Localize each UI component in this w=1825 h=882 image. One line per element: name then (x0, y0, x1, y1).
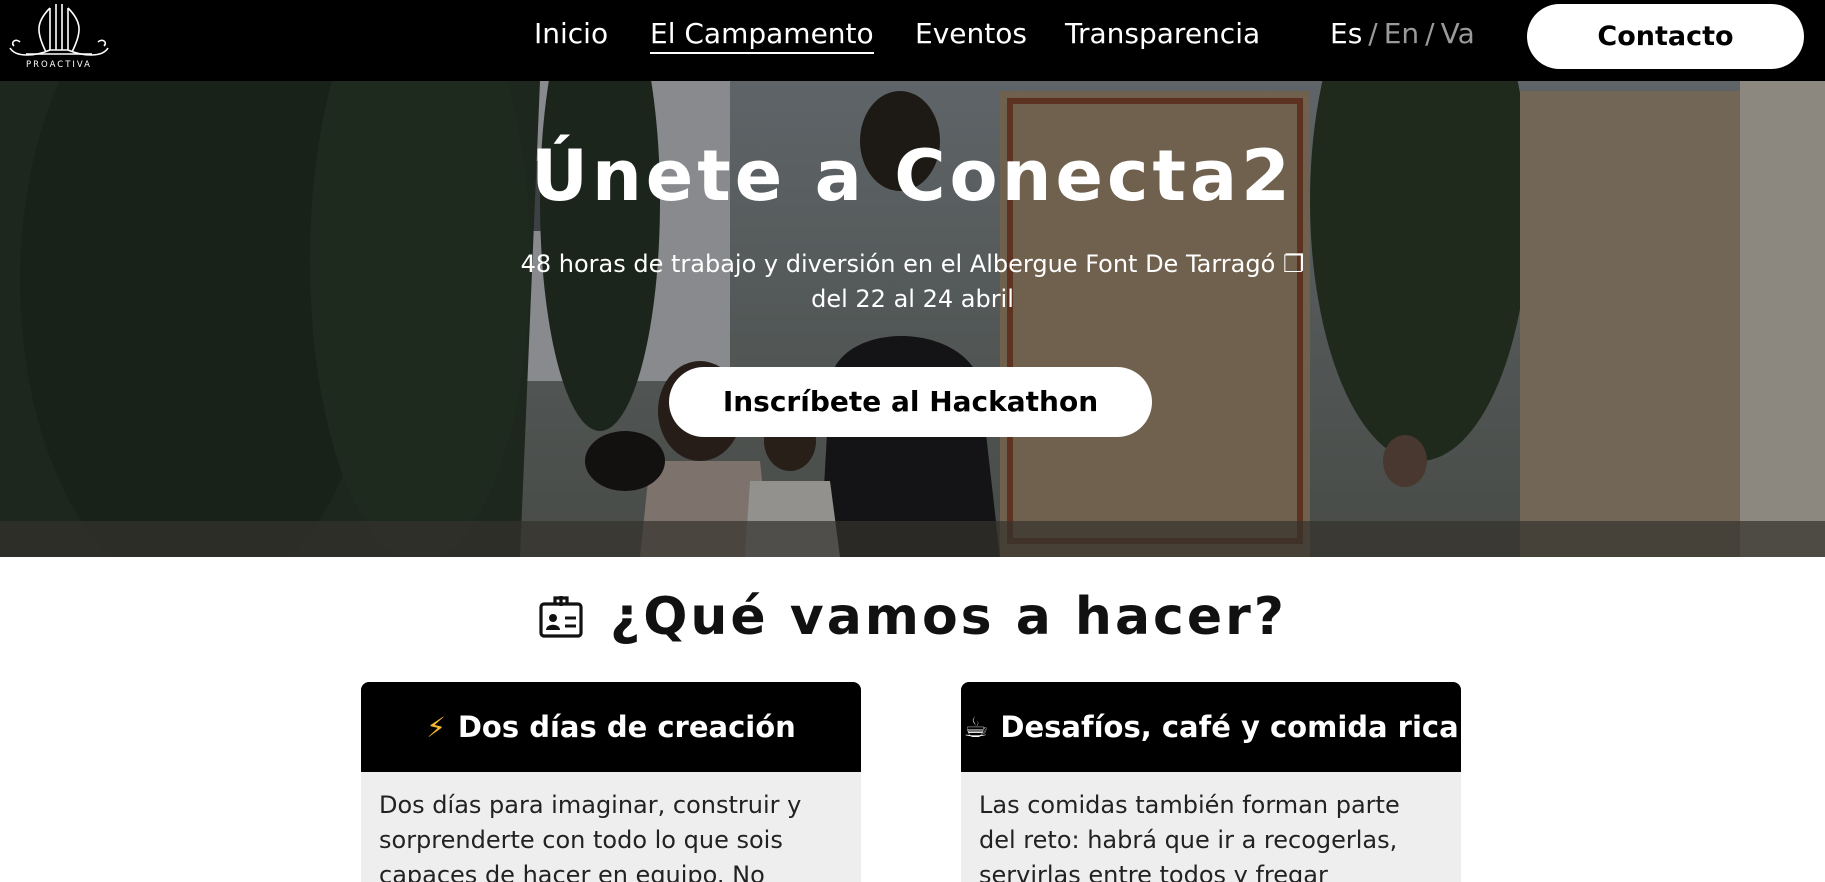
activity-card-creation: ⚡ Dos días de creación Dos días para ima… (361, 682, 861, 882)
lang-separator: / (1425, 17, 1435, 50)
lightning-icon: ⚡ (426, 710, 446, 744)
section-header: ¿Qué vamos a hacer? (0, 585, 1825, 649)
nav-link-eventos[interactable]: Eventos (915, 14, 1027, 54)
proactiva-logo[interactable]: PROACTIVA (6, 2, 110, 70)
register-hackathon-button[interactable]: Inscríbete al Hackathon (669, 367, 1152, 437)
lang-separator: / (1368, 17, 1378, 50)
contact-button[interactable]: Contacto (1527, 4, 1804, 69)
language-switcher: Es / En / Va (1330, 14, 1475, 54)
lang-va[interactable]: Va (1441, 17, 1475, 50)
hero-banner: Únete a Conecta2 48 horas de trabajo y d… (0, 81, 1825, 557)
activity-card-challenges: ☕ Desafíos, café y comida rica Las comid… (961, 682, 1461, 882)
nav-link-inicio[interactable]: Inicio (534, 14, 608, 54)
nav-link-el-campamento[interactable]: El Campamento (650, 14, 874, 54)
card-title: Dos días de creación (457, 710, 796, 744)
coffee-icon: ☕ (963, 710, 989, 744)
hero-subtitle-location[interactable]: 48 horas de trabajo y diversión en el Al… (0, 247, 1825, 282)
hero-subtitle-dates: del 22 al 24 abril (811, 285, 1014, 313)
lang-es[interactable]: Es (1330, 17, 1362, 50)
logo-text: PROACTIVA (26, 60, 92, 70)
section-title: ¿Qué vamos a hacer? (610, 587, 1287, 647)
lang-en[interactable]: En (1384, 17, 1419, 50)
hero-title: Únete a Conecta2 (531, 135, 1294, 217)
card-header: ⚡ Dos días de creación (361, 682, 861, 772)
card-body: Las comidas también forman parte del ret… (961, 772, 1461, 882)
card-title: Desafíos, café y comida rica (1000, 710, 1459, 744)
nav-link-transparencia[interactable]: Transparencia (1065, 14, 1260, 54)
card-body: Dos días para imaginar, construir y sorp… (361, 772, 861, 882)
top-navbar: PROACTIVA Inicio El Campamento Eventos T… (0, 0, 1825, 81)
card-header: ☕ Desafíos, café y comida rica (961, 682, 1461, 772)
id-badge-icon (539, 596, 583, 638)
hero-subtitle: 48 horas de trabajo y diversión en el Al… (0, 247, 1825, 317)
